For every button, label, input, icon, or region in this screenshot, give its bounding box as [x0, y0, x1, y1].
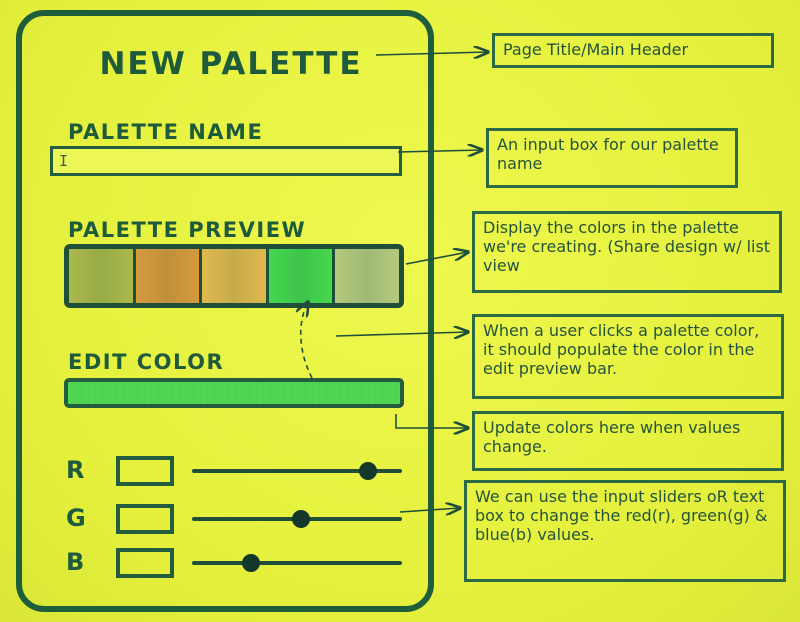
- palette-name-input[interactable]: [50, 146, 402, 176]
- green-slider-thumb[interactable]: [292, 510, 311, 528]
- edit-color-label: EDIT COLOR: [68, 350, 225, 374]
- preview-swatch[interactable]: [69, 249, 133, 303]
- blue-slider-thumb[interactable]: [241, 554, 260, 572]
- red-slider-track[interactable]: [192, 462, 402, 480]
- preview-swatch[interactable]: [268, 249, 333, 303]
- blue-value-input[interactable]: [116, 548, 174, 578]
- note-name-input: An input box for our palette name: [486, 128, 738, 188]
- note-click-color: When a user clicks a palette color, it s…: [472, 314, 784, 399]
- note-palette-preview: Display the colors in the palette we're …: [472, 211, 782, 293]
- preview-swatch[interactable]: [135, 249, 200, 303]
- palette-preview-label: PALETTE PREVIEW: [68, 218, 307, 242]
- red-letter: R: [66, 456, 85, 484]
- palette-name-label: PALETTE NAME: [68, 120, 264, 144]
- red-slider-thumb[interactable]: [359, 462, 378, 480]
- rgb-row-blue: B: [52, 544, 412, 584]
- preview-swatch[interactable]: [202, 249, 266, 303]
- palette-preview-bar: [64, 244, 404, 308]
- red-value-input[interactable]: [116, 456, 174, 486]
- rgb-row-red: R: [52, 452, 412, 492]
- note-update-colors: Update colors here when values change.: [472, 411, 784, 471]
- green-letter: G: [66, 504, 86, 532]
- green-value-input[interactable]: [116, 504, 174, 534]
- note-sliders: We can use the input sliders oR text box…: [464, 480, 786, 582]
- rgb-row-green: G: [52, 500, 412, 540]
- edit-color-preview-bar: [64, 378, 404, 408]
- green-slider-track[interactable]: [192, 510, 402, 528]
- mockup-frame: NEW PALETTE PALETTE NAME PALETTE PREVIEW…: [16, 10, 434, 612]
- page-title: NEW PALETTE: [99, 46, 363, 82]
- note-page-title: Page Title/Main Header: [492, 33, 774, 68]
- blue-letter: B: [66, 548, 85, 576]
- blue-slider-track[interactable]: [192, 554, 402, 572]
- preview-swatch[interactable]: [335, 249, 399, 303]
